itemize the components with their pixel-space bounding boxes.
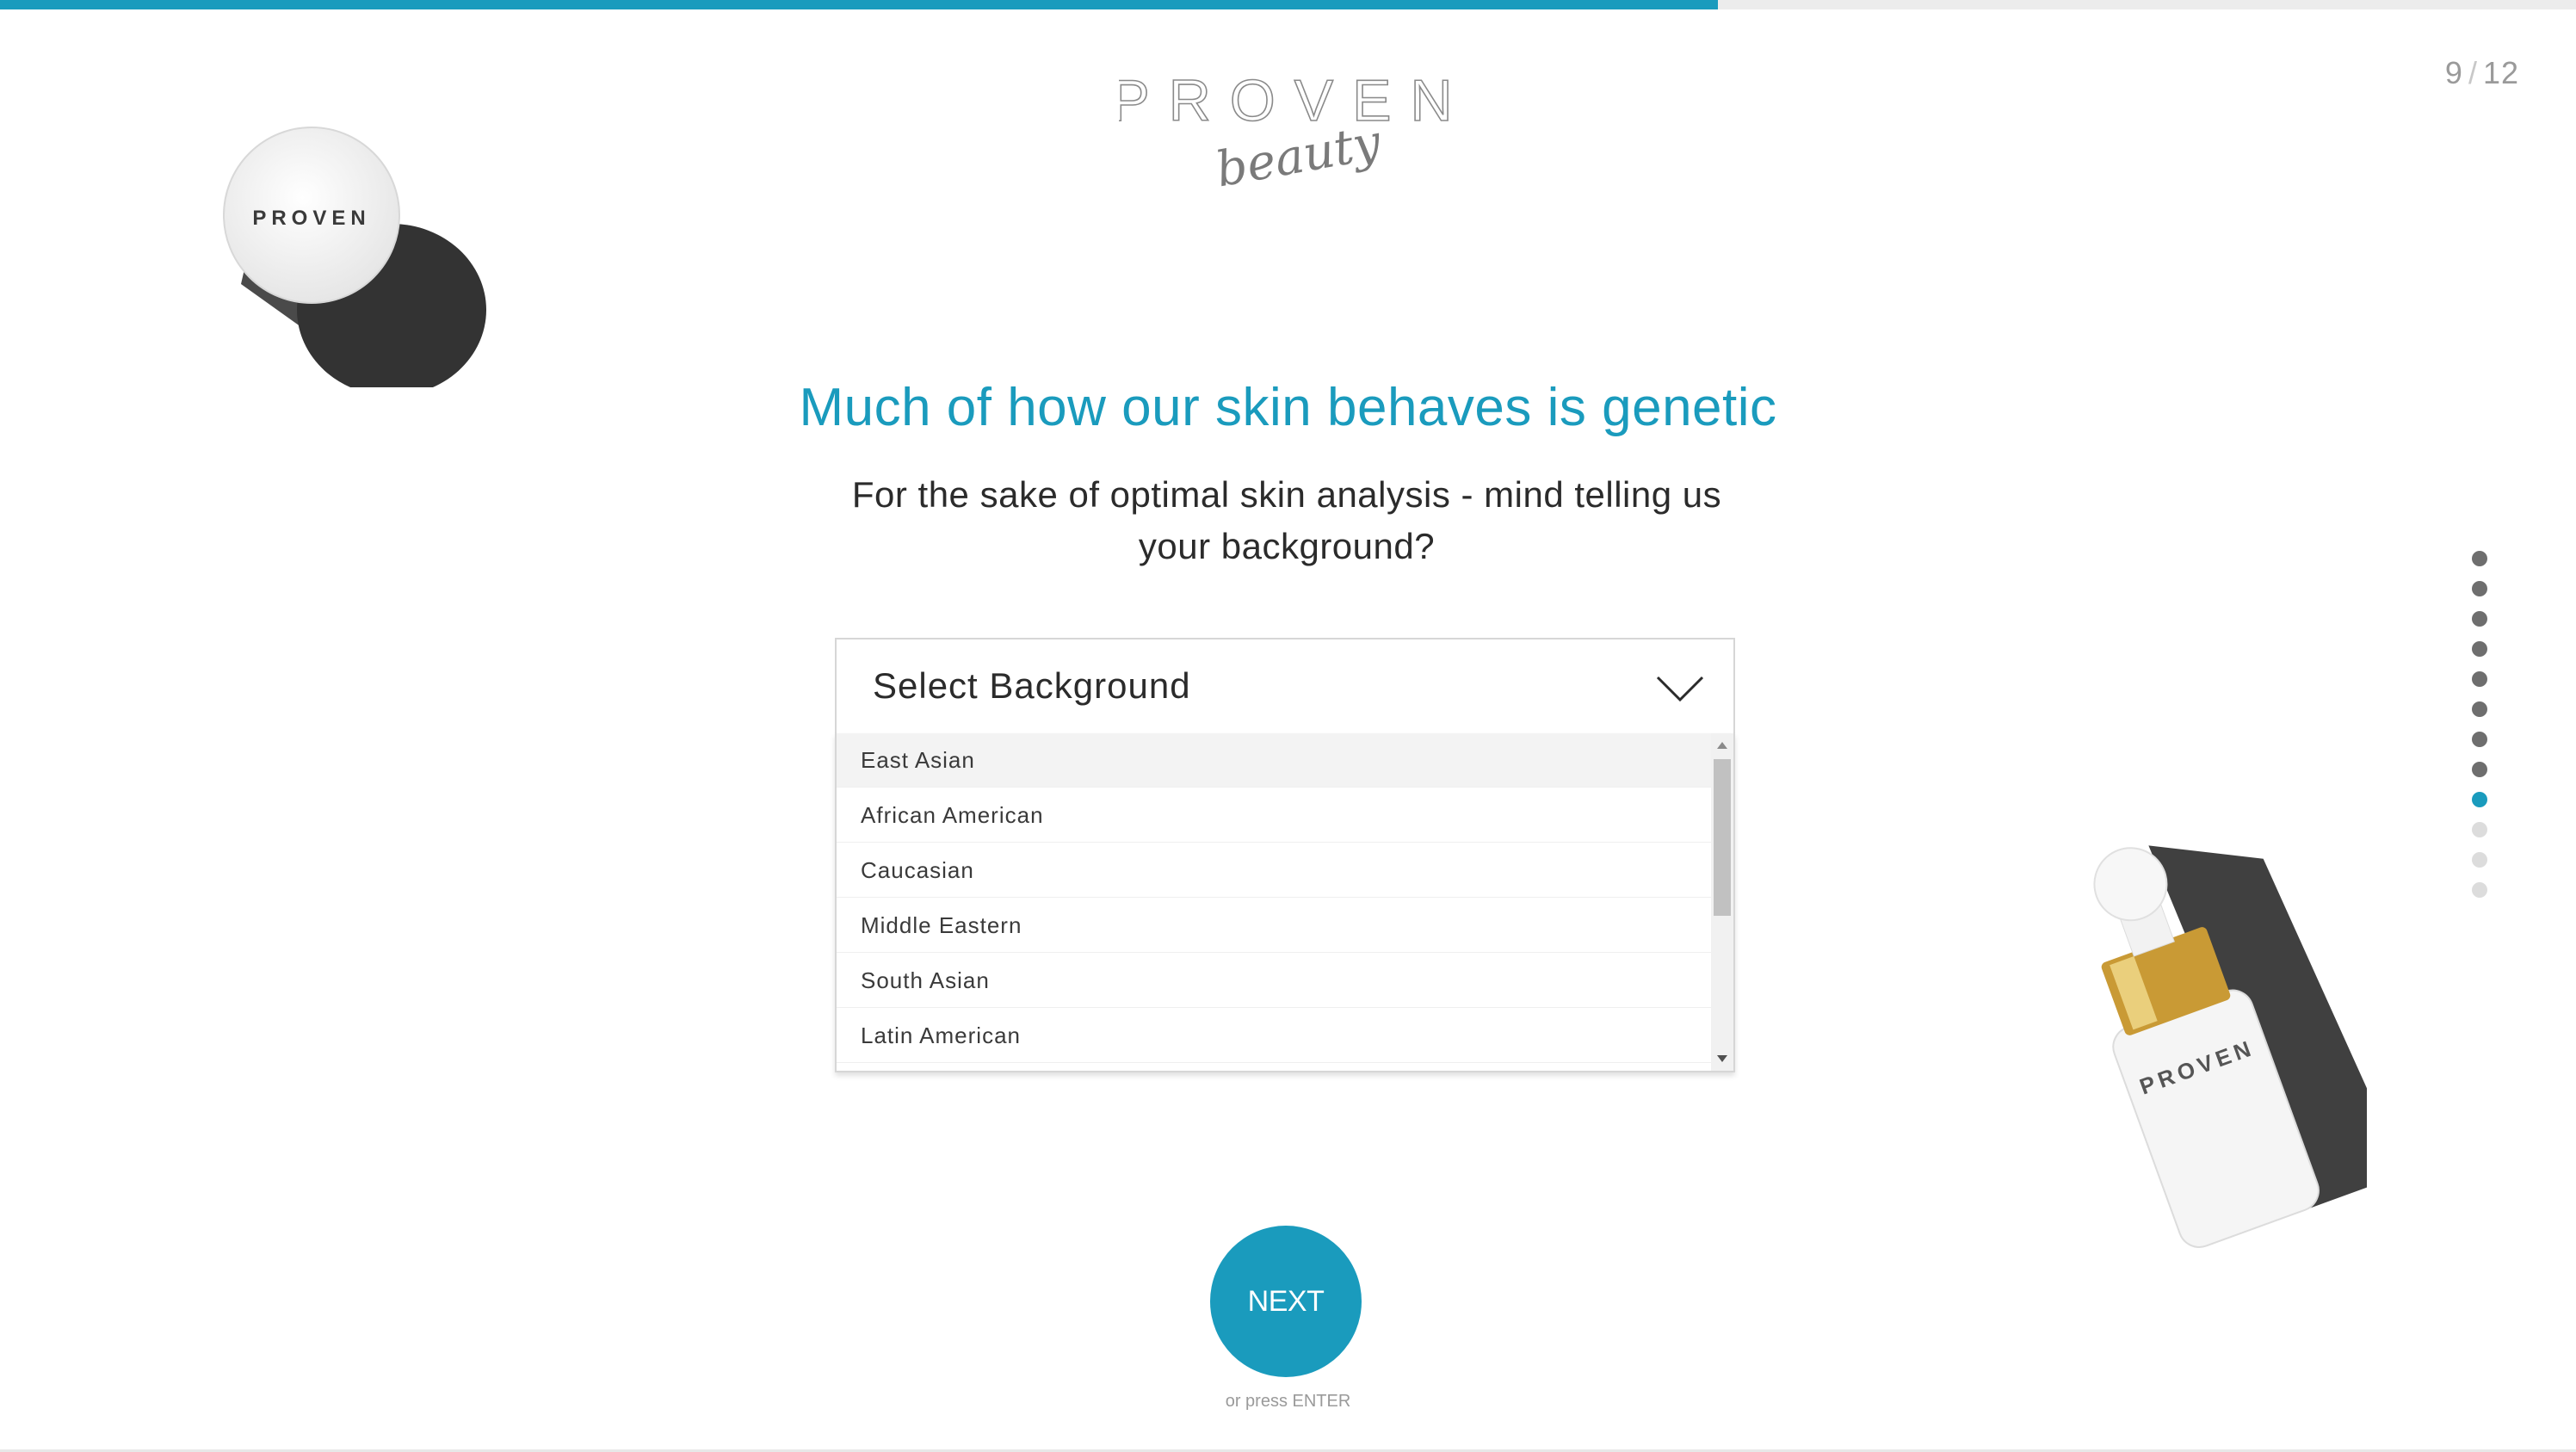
pager-dot: [2472, 822, 2487, 837]
enter-hint: or press ENTER: [1225, 1392, 1351, 1411]
scrollbar-thumb[interactable]: [1714, 759, 1731, 916]
serum-bottle-image: PROVEN: [2005, 792, 2406, 1257]
progress-bar-fill: [0, 0, 1719, 9]
pager-dot: [2472, 551, 2487, 566]
chevron-down-icon: [1656, 676, 1704, 702]
option-east-asian[interactable]: East Asian: [837, 733, 1714, 788]
jar-label: PROVEN: [252, 207, 370, 230]
next-button[interactable]: NEXT: [1210, 1226, 1362, 1377]
pager-dot-active: [2472, 792, 2487, 807]
pager-dot: [2472, 611, 2487, 627]
background-select-value: Select Background: [873, 665, 1191, 706]
pager-dot: [2472, 882, 2487, 898]
pager-dot: [2472, 581, 2487, 596]
pager-dot: [2472, 732, 2487, 747]
option-south-asian[interactable]: South Asian: [837, 954, 1714, 1008]
option-middle-eastern[interactable]: Middle Eastern: [837, 899, 1714, 953]
background-options-list[interactable]: East Asian African American Caucasian Mi…: [835, 733, 1735, 1072]
progress-bar: [0, 0, 2576, 9]
background-select[interactable]: Select Background: [835, 638, 1735, 733]
pager-dot: [2472, 852, 2487, 868]
proven-beauty-logo: PROVEN beauty: [1110, 67, 1463, 198]
options-scrollbar[interactable]: [1711, 733, 1733, 1071]
option-african-american[interactable]: African American: [837, 788, 1714, 843]
pager-dot: [2472, 762, 2487, 777]
step-current: 9: [2444, 55, 2463, 90]
question-subtext: For the sake of optimal skin analysis - …: [851, 474, 1722, 566]
scroll-down-arrow-icon[interactable]: [1717, 1055, 1727, 1062]
logo-brand-text: PROVEN: [1119, 69, 1463, 133]
step-total: 12: [2482, 55, 2519, 90]
pager-dot: [2472, 671, 2487, 687]
option-caucasian[interactable]: Caucasian: [837, 843, 1714, 898]
step-pager: [2472, 551, 2491, 912]
pager-dot: [2472, 701, 2487, 717]
scroll-up-arrow-icon[interactable]: [1717, 742, 1727, 749]
step-counter: 9/12: [2445, 55, 2519, 91]
question-headline: Much of how our skin behaves is genetic: [799, 378, 1777, 437]
option-latin-american[interactable]: Latin American: [837, 1009, 1714, 1063]
step-separator: /: [2468, 55, 2478, 90]
cream-jar-image: PROVEN: [207, 112, 534, 396]
pager-dot: [2472, 641, 2487, 657]
